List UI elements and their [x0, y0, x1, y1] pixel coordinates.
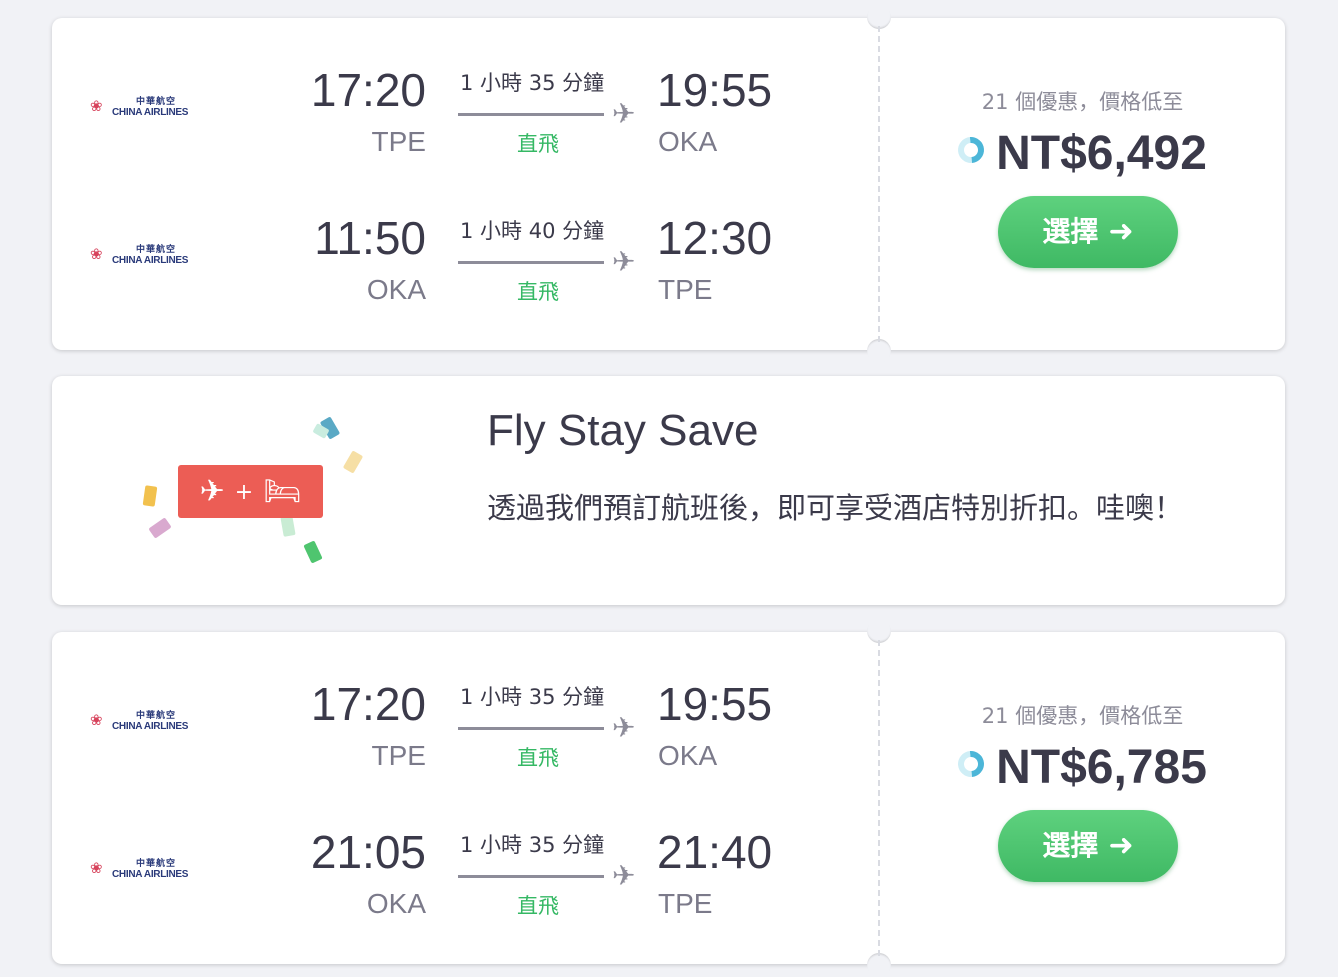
select-label: 選擇 [1042, 215, 1099, 248]
deals-count: 21 個優惠，價格低至 [981, 704, 1184, 728]
price-pane: 21 個優惠，價格低至 NT$6,785 選擇 ➜ [880, 632, 1285, 964]
confetti [142, 485, 158, 507]
airplane-icon: ✈ [612, 97, 636, 130]
departure-airport: OKA [366, 274, 426, 305]
flight-duration: 1 小時 35 分鐘 [460, 685, 605, 709]
price-pane: 21 個優惠，價格低至 NT$6,492 選擇 ➜ [880, 18, 1285, 350]
airline-emblem-icon: ❀ [90, 859, 103, 877]
return-leg: ❀ 中華航空 CHINA AIRLINES 11:50 OKA 1 小時 40 … [52, 212, 878, 332]
confetti [342, 450, 364, 474]
fly-stay-save-promo[interactable]: ✈ + 🛏 Fly Stay Save 透過我們預訂航班後，即可享受酒店特別折扣。哇… [52, 376, 1285, 605]
airplane-icon: ✈ [612, 859, 636, 892]
airline-cjk-name: 中華航空 [136, 245, 177, 255]
arrival-airport: OKA [658, 740, 718, 771]
flight-hotel-badge: ✈ + 🛏 [178, 465, 323, 518]
departure-time: 17:20 [310, 678, 426, 730]
arrival-airport: TPE [658, 274, 713, 305]
price-row: NT$6,785 [880, 740, 1285, 796]
arrow-right-icon: ➜ [1108, 214, 1134, 249]
stops-label: 直飛 [517, 746, 559, 770]
deals-count: 21 個優惠，價格低至 [981, 90, 1184, 114]
bed-icon: 🛏 [263, 474, 302, 509]
stops-label: 直飛 [517, 280, 559, 304]
plus-sign: + [234, 480, 254, 505]
confetti [280, 515, 296, 537]
flight-duration: 1 小時 35 分鐘 [460, 833, 605, 857]
airline-cjk-name: 中華航空 [136, 859, 177, 869]
stops-label: 直飛 [517, 894, 559, 918]
arrival-time: 12:30 [657, 212, 773, 264]
outbound-leg: ❀ 中華航空 CHINA AIRLINES 17:20 TPE 1 小時 35 … [52, 678, 878, 798]
stops-label: 直飛 [517, 132, 559, 156]
airline-logo: ❀ 中華航空 CHINA AIRLINES [90, 242, 210, 268]
airline-name: CHINA AIRLINES [112, 721, 189, 732]
airline-name: CHINA AIRLINES [112, 255, 189, 266]
airline-name: CHINA AIRLINES [112, 107, 189, 118]
departure-airport: TPE [371, 126, 426, 157]
promo-illustration: ✈ + 🛏 [132, 406, 372, 576]
route-line [458, 113, 604, 116]
arrival-airport: OKA [658, 126, 718, 157]
promo-description: 透過我們預訂航班後，即可享受酒店特別折扣。哇噢！ [487, 491, 1184, 525]
arrival-time: 19:55 [657, 678, 773, 730]
airline-emblem-icon: ❀ [90, 711, 103, 729]
airline-logo: ❀ 中華航空 CHINA AIRLINES [90, 708, 210, 734]
flight-duration: 1 小時 40 分鐘 [460, 219, 605, 243]
return-leg: ❀ 中華航空 CHINA AIRLINES 21:05 OKA 1 小時 35 … [52, 826, 878, 946]
airline-name: CHINA AIRLINES [112, 869, 189, 880]
airline-emblem-icon: ❀ [90, 245, 103, 263]
flight-result-card[interactable]: ❀ 中華航空 CHINA AIRLINES 17:20 TPE 1 小時 35 … [52, 619, 1285, 977]
price: NT$6,785 [996, 741, 1207, 794]
price-row: NT$6,492 [880, 126, 1285, 182]
route-line [458, 875, 604, 878]
airline-logo: ❀ 中華航空 CHINA AIRLINES [90, 856, 210, 882]
airline-logo: ❀ 中華航空 CHINA AIRLINES [90, 94, 210, 120]
route-line [458, 261, 604, 264]
confetti [303, 540, 323, 564]
price: NT$6,492 [996, 127, 1207, 180]
departure-time: 21:05 [310, 826, 426, 878]
flight-result-card[interactable]: ❀ 中華航空 CHINA AIRLINES 17:20 TPE 1 小時 35 … [52, 5, 1285, 363]
promo-title: Fly Stay Save [487, 406, 759, 455]
departure-airport: OKA [366, 888, 426, 919]
airplane-icon: ✈ [612, 245, 636, 278]
itinerary-pane: ❀ 中華航空 CHINA AIRLINES 17:20 TPE 1 小時 35 … [52, 632, 878, 964]
departure-time: 11:50 [314, 212, 426, 264]
departure-airport: TPE [371, 740, 426, 771]
flight-duration: 1 小時 35 分鐘 [460, 71, 605, 95]
select-button[interactable]: 選擇 ➜ [998, 196, 1178, 268]
airline-cjk-name: 中華航空 [136, 711, 177, 721]
arrival-time: 19:55 [657, 64, 773, 116]
arrival-airport: TPE [658, 888, 713, 919]
arrival-time: 21:40 [657, 826, 773, 878]
select-label: 選擇 [1042, 829, 1099, 862]
outbound-leg: ❀ 中華航空 CHINA AIRLINES 17:20 TPE 1 小時 35 … [52, 64, 878, 184]
airplane-icon: ✈ [199, 474, 225, 509]
airplane-icon: ✈ [612, 711, 636, 744]
airline-emblem-icon: ❀ [90, 97, 103, 115]
route-line [458, 727, 604, 730]
select-button[interactable]: 選擇 ➜ [998, 810, 1178, 882]
departure-time: 17:20 [310, 64, 426, 116]
itinerary-pane: ❀ 中華航空 CHINA AIRLINES 17:20 TPE 1 小時 35 … [52, 18, 878, 350]
loading-spinner-icon [952, 131, 990, 169]
loading-spinner-icon [952, 745, 990, 783]
confetti [148, 517, 172, 539]
arrow-right-icon: ➜ [1108, 828, 1134, 863]
airline-cjk-name: 中華航空 [136, 97, 177, 107]
